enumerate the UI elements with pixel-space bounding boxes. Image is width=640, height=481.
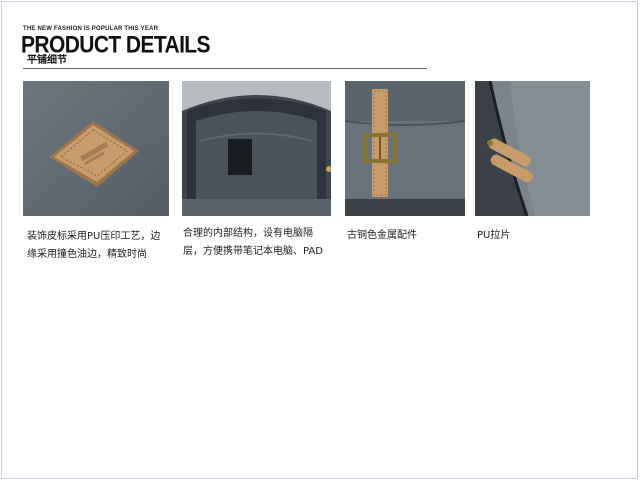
detail-photo-buckle: [345, 81, 465, 216]
caption-interior: 合理的内部结构，设有电脑隔层，方便携带笔记本电脑、PAD: [183, 228, 323, 257]
caption-pull-tab: PU拉片: [477, 230, 511, 241]
caption-leather-patch: 装饰皮标采用PU压印工艺，边缘采用撞色油边，精致时尚: [27, 231, 161, 260]
detail-photo-interior: [182, 81, 331, 216]
header-divider: [23, 68, 427, 69]
detail-photo-pull-tab: [475, 81, 590, 216]
page-title: PRODUCT DETAILS: [21, 31, 211, 59]
page-subtitle: 平铺细节: [27, 55, 67, 66]
caption-buckle: 古铜色金属配件: [347, 230, 417, 241]
detail-photo-leather-patch: [23, 81, 169, 216]
tag-icon: [228, 139, 252, 175]
